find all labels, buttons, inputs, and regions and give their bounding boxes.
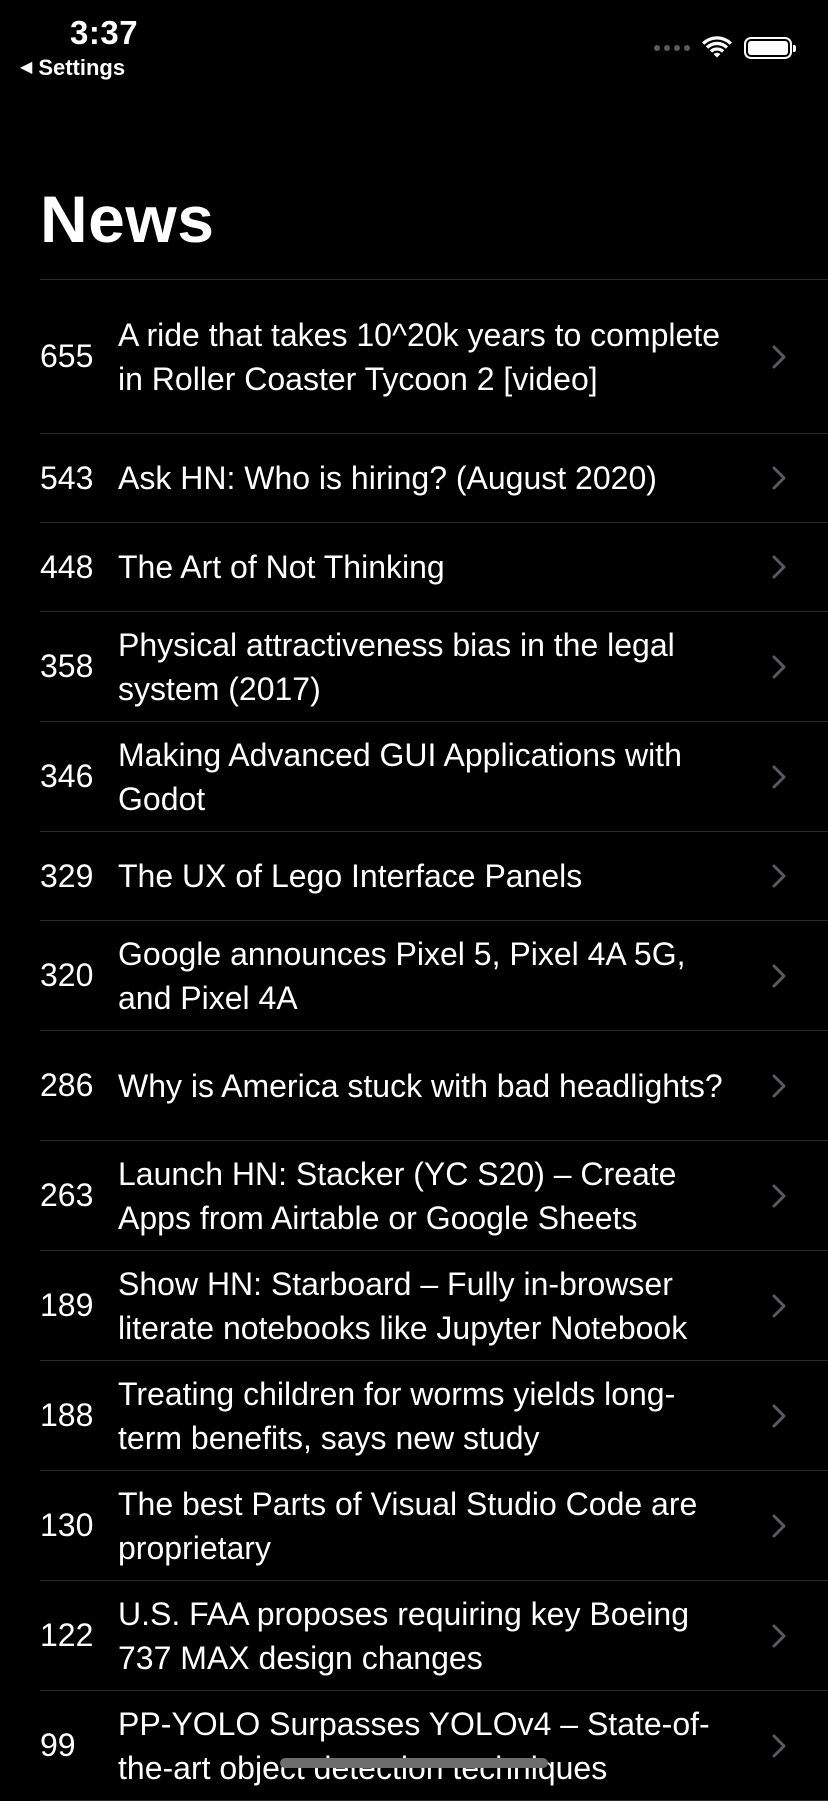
page-title: News <box>40 182 215 256</box>
list-item[interactable]: 122 U.S. FAA proposes requiring key Boei… <box>40 1581 828 1691</box>
item-score: 99 <box>40 1727 76 1763</box>
list-item[interactable]: 263 Launch HN: Stacker (YC S20) – Create… <box>40 1141 828 1251</box>
item-title: Why is America stuck with bad headlights… <box>118 1067 723 1104</box>
wifi-icon <box>702 36 732 58</box>
list-item[interactable]: 543 Ask HN: Who is hiring? (August 2020) <box>40 434 828 523</box>
item-title: Physical attractiveness bias in the lega… <box>118 626 675 707</box>
status-icons <box>654 36 796 60</box>
item-title: The UX of Lego Interface Panels <box>118 858 583 894</box>
list-item[interactable]: 655 A ride that takes 10^20k years to co… <box>40 280 828 434</box>
battery-icon <box>744 37 796 59</box>
item-title: The Art of Not Thinking <box>118 549 445 585</box>
status-bar: 3:37 ◀ Settings <box>0 0 828 90</box>
list-item[interactable]: 130 The best Parts of Visual Studio Code… <box>40 1471 828 1581</box>
item-title: A ride that takes 10^20k years to comple… <box>118 316 721 397</box>
item-title: Google announces Pixel 5, Pixel 4A 5G, a… <box>118 935 686 1016</box>
list-item[interactable]: 329 The UX of Lego Interface Panels <box>40 832 828 921</box>
item-title: Making Advanced GUI Applications with Go… <box>118 736 682 817</box>
signal-dots-icon <box>654 45 690 51</box>
chevron-right-icon <box>772 1624 828 1648</box>
item-title: The best Parts of Visual Studio Code are… <box>118 1485 698 1566</box>
chevron-right-icon <box>772 964 828 988</box>
item-score: 130 <box>40 1507 94 1543</box>
list-item[interactable]: 320 Google announces Pixel 5, Pixel 4A 5… <box>40 921 828 1031</box>
chevron-right-icon <box>772 466 828 490</box>
item-title: U.S. FAA proposes requiring key Boeing 7… <box>118 1595 689 1676</box>
list-item[interactable]: 286 Why is America stuck with bad headli… <box>40 1031 828 1141</box>
back-arrow-icon: ◀ <box>20 59 33 76</box>
item-title: Launch HN: Stacker (YC S20) – Create App… <box>118 1155 677 1236</box>
item-score: 286 <box>40 1067 94 1103</box>
item-score: 543 <box>40 459 94 496</box>
back-label: Settings <box>38 55 126 80</box>
list-item[interactable]: 448 The Art of Not Thinking <box>40 523 828 612</box>
chevron-right-icon <box>772 1514 828 1538</box>
item-score: 122 <box>40 1617 94 1653</box>
chevron-right-icon <box>772 555 828 579</box>
chevron-right-icon <box>772 345 828 369</box>
item-score: 189 <box>40 1287 94 1323</box>
chevron-right-icon <box>772 864 828 888</box>
item-score: 346 <box>40 758 94 794</box>
item-score: 188 <box>40 1397 94 1433</box>
news-list: 655 A ride that takes 10^20k years to co… <box>40 279 828 1801</box>
item-score: 358 <box>40 648 94 684</box>
chevron-right-icon <box>772 1404 828 1428</box>
item-score: 263 <box>40 1177 94 1213</box>
list-item[interactable]: 346 Making Advanced GUI Applications wit… <box>40 722 828 832</box>
chevron-right-icon <box>772 1184 828 1208</box>
chevron-right-icon <box>772 765 828 789</box>
status-time: 3:37 <box>70 14 139 51</box>
item-score: 655 <box>40 338 94 374</box>
list-item[interactable]: 358 Physical attractiveness bias in the … <box>40 612 828 722</box>
chevron-right-icon <box>772 1294 828 1318</box>
chevron-right-icon <box>772 655 828 679</box>
item-title: Ask HN: Who is hiring? (August 2020) <box>118 460 657 496</box>
list-item[interactable]: 99 PP-YOLO Surpasses YOLOv4 – State-of-t… <box>40 1691 828 1801</box>
chevron-right-icon <box>772 1734 828 1758</box>
chevron-right-icon <box>772 1074 828 1098</box>
item-score: 448 <box>40 548 94 585</box>
list-item[interactable]: 189 Show HN: Starboard – Fully in-browse… <box>40 1251 828 1361</box>
back-to-settings-link[interactable]: ◀ Settings <box>20 55 125 81</box>
list-item[interactable]: 188 Treating children for worms yields l… <box>40 1361 828 1471</box>
item-title: Treating children for worms yields long-… <box>118 1375 676 1456</box>
home-indicator[interactable] <box>280 1758 548 1768</box>
item-score: 320 <box>40 957 94 993</box>
item-score: 329 <box>40 857 94 894</box>
item-title: PP-YOLO Surpasses YOLOv4 – State-of-the-… <box>118 1705 710 1786</box>
item-title: Show HN: Starboard – Fully in-browser li… <box>118 1265 688 1346</box>
